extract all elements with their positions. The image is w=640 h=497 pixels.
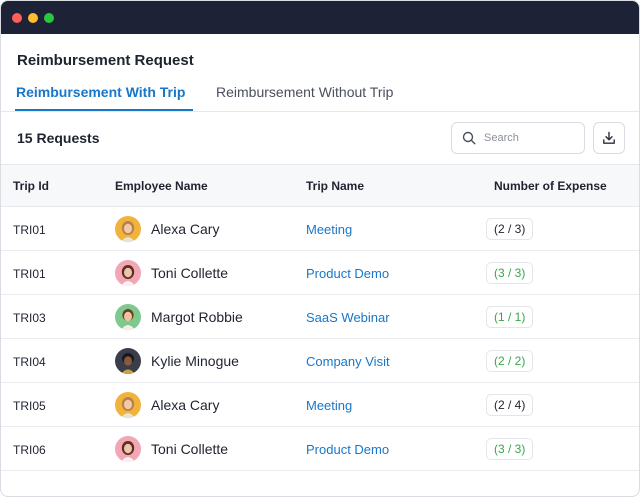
close-window-button[interactable] [12,12,22,23]
expense-badge: (3 / 3) [486,438,534,460]
table-row[interactable]: TRI01 Alexa Cary Meeting (2 / 3) [1,207,639,251]
trip-name-link[interactable]: Company Visit [306,354,390,369]
header-number-of-expense[interactable]: Number of Expense [494,179,607,193]
trip-name-link[interactable]: Meeting [306,222,352,237]
trip-id: TRI04 [13,355,46,369]
tab-without-trip[interactable]: Reimbursement Without Trip [216,84,393,100]
expense-badge: (2 / 3) [486,218,534,240]
trip-id: TRI03 [13,311,46,325]
header-trip-name[interactable]: Trip Name [306,179,364,193]
expense-badge: (2 / 2) [486,350,534,372]
trip-id: TRI01 [13,267,46,281]
trip-id: TRI01 [13,223,46,237]
active-tab-indicator [15,109,193,111]
request-count: 15 Requests [17,130,100,146]
employee-name: Kylie Minogue [151,353,239,369]
trip-name-link[interactable]: SaaS Webinar [306,310,390,325]
table-row[interactable]: TRI03 Margot Robbie SaaS Webinar (1 / 1) [1,295,639,339]
trip-id: TRI05 [13,399,46,413]
search-box[interactable] [451,122,585,154]
trip-name-link[interactable]: Product Demo [306,266,389,281]
employee-name: Alexa Cary [151,397,220,413]
avatar [115,216,141,242]
employee-name: Toni Collette [151,265,229,281]
employee-name: Alexa Cary [151,221,220,237]
expense-badge: (3 / 3) [486,262,534,284]
search-input[interactable] [484,132,572,144]
table-row[interactable]: TRI05 Alexa Cary Meeting (2 / 4) [1,383,639,427]
app-window: Reimbursement Request Reimbursement With… [0,0,640,497]
page-title: Reimbursement Request [17,52,194,69]
table-header: Trip Id Employee Name Trip Name Number o… [1,164,639,207]
avatar [115,348,141,374]
expense-badge: (1 / 1) [486,306,534,328]
header-employee-name[interactable]: Employee Name [115,179,208,193]
search-icon [462,131,476,145]
table-row[interactable]: TRI04 Kylie Minogue Company Visit (2 / 2… [1,339,639,383]
table-row[interactable]: TRI01 Toni Collette Product Demo (3 / 3) [1,251,639,295]
trip-name-link[interactable]: Product Demo [306,442,389,457]
employee-name: Margot Robbie [151,309,243,325]
trip-id: TRI06 [13,443,46,457]
avatar [115,392,141,418]
minimize-window-button[interactable] [28,12,38,23]
window-titlebar [1,1,639,34]
maximize-window-button[interactable] [44,12,54,23]
trip-name-link[interactable]: Meeting [306,398,352,413]
expense-badge: (2 / 4) [486,394,534,416]
avatar [115,260,141,286]
header-trip-id[interactable]: Trip Id [13,179,49,193]
avatar [115,304,141,330]
tab-bar: Reimbursement With Trip Reimbursement Wi… [1,79,639,112]
employee-name: Toni Collette [151,441,229,457]
table-row[interactable]: TRI06 Toni Collette Product Demo (3 / 3) [1,427,639,471]
download-button[interactable] [593,122,625,154]
download-icon [602,131,616,145]
avatar [115,436,141,462]
tab-with-trip[interactable]: Reimbursement With Trip [16,84,185,100]
